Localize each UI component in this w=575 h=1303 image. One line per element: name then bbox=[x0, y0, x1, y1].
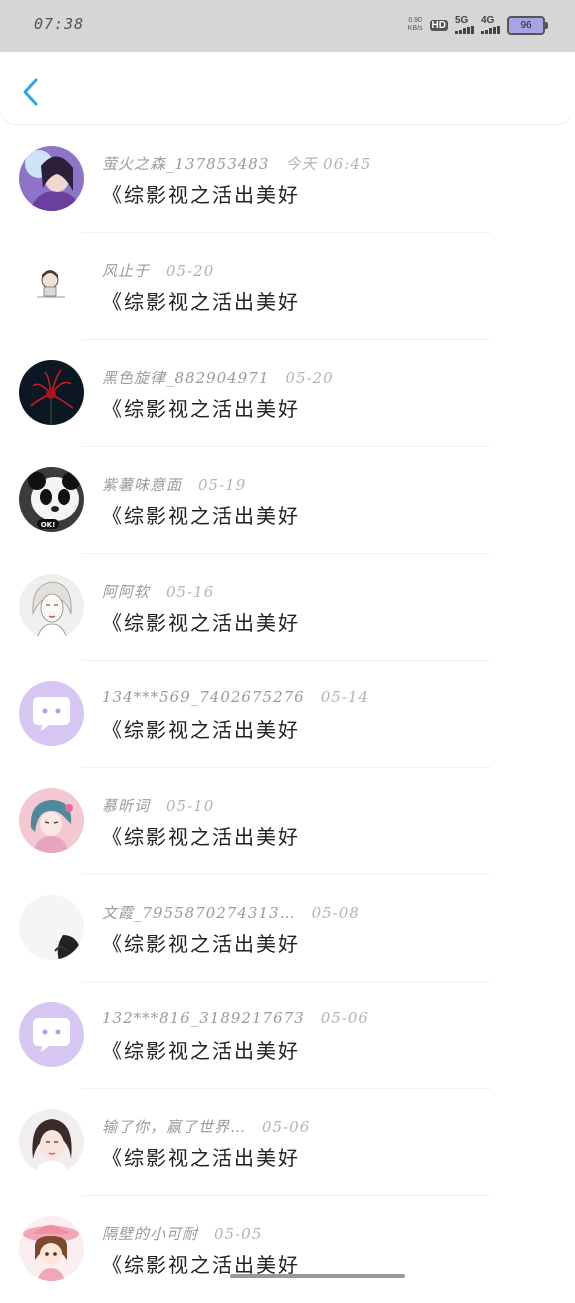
avatar[interactable] bbox=[19, 1002, 84, 1067]
username[interactable]: 黑色旋律_882904971 bbox=[102, 369, 269, 387]
list-item[interactable]: OK! 紫薯味意面 05-19 《综影视之活出美好 bbox=[0, 447, 575, 554]
list-item[interactable]: 黑色旋律_882904971 05-20 《综影视之活出美好 bbox=[0, 340, 575, 447]
avatar[interactable] bbox=[19, 1109, 84, 1174]
default-avatar-icon bbox=[19, 681, 84, 746]
comment-meta: 阿阿软 05-16 bbox=[102, 581, 214, 602]
comment-meta: 黑色旋律_882904971 05-20 bbox=[102, 367, 334, 388]
battery-icon: 96 bbox=[507, 15, 548, 35]
list-item[interactable]: 134***569_7402675276 05-14 《综影视之活出美好 bbox=[0, 661, 575, 768]
avatar[interactable] bbox=[19, 895, 84, 960]
comment-text: 《综影视之活出美好 bbox=[102, 932, 300, 956]
comment-date: 今天 06:45 bbox=[285, 155, 372, 173]
comment-text: 《综影视之活出美好 bbox=[102, 397, 300, 421]
chevron-left-icon bbox=[23, 78, 38, 106]
avatar[interactable]: OK! bbox=[19, 467, 84, 532]
signal-5g-label: 5G bbox=[455, 15, 469, 26]
comment-meta: 紫薯味意面 05-19 bbox=[102, 474, 246, 495]
comment-meta: 萤火之森_137853483 今天 06:45 bbox=[102, 153, 371, 174]
network-speed: 0.90 KB/s bbox=[408, 17, 423, 33]
username[interactable]: 隔壁的小可耐 bbox=[102, 1225, 198, 1243]
username[interactable]: 风止于 bbox=[102, 262, 150, 280]
status-icons: 0.90 KB/s HD 5G 4G 96 bbox=[408, 14, 548, 36]
comment-meta: 134***569_7402675276 05-14 bbox=[102, 688, 369, 706]
comment-meta: 文霞_7955870274313… 05-08 bbox=[102, 902, 360, 923]
comment-meta: 风止于 05-20 bbox=[102, 260, 214, 281]
comment-text: 《综影视之活出美好 bbox=[102, 1146, 300, 1170]
comment-meta: 132***816_3189217673 05-06 bbox=[102, 1009, 369, 1027]
comment-text: 《综影视之活出美好 bbox=[102, 1039, 300, 1063]
signal-4g-label: 4G bbox=[481, 15, 495, 26]
avatar[interactable] bbox=[19, 146, 84, 211]
avatar[interactable] bbox=[19, 253, 84, 318]
list-item[interactable]: 输了你，赢了世界… 05-06 《综影视之活出美好 bbox=[0, 1089, 575, 1196]
comment-date: 05-16 bbox=[166, 583, 215, 601]
list-item[interactable]: 隔壁的小可耐 05-05 《综影视之活出美好 bbox=[0, 1196, 575, 1303]
status-time: 07:38 bbox=[34, 15, 85, 33]
battery-level: 96 bbox=[520, 19, 532, 31]
comment-date: 05-06 bbox=[320, 1009, 369, 1027]
home-indicator[interactable] bbox=[230, 1274, 405, 1278]
username[interactable]: 输了你，赢了世界… bbox=[102, 1118, 246, 1136]
list-item[interactable]: 132***816_3189217673 05-06 《综影视之活出美好 bbox=[0, 982, 575, 1089]
comment-date: 05-08 bbox=[311, 904, 360, 922]
comment-date: 05-20 bbox=[285, 369, 334, 387]
username[interactable]: 134***569_7402675276 bbox=[102, 688, 305, 706]
comment-text: 《综影视之活出美好 bbox=[102, 290, 300, 314]
default-avatar-icon bbox=[19, 1002, 84, 1067]
network-speed-unit: KB/s bbox=[407, 25, 423, 32]
avatar[interactable] bbox=[19, 360, 84, 425]
comment-text: 《综影视之活出美好 bbox=[102, 825, 300, 849]
username[interactable]: 萤火之森_137853483 bbox=[102, 155, 269, 173]
back-button[interactable] bbox=[14, 74, 50, 110]
list-item[interactable]: 萤火之森_137853483 今天 06:45 《综影视之活出美好 bbox=[0, 126, 575, 233]
username[interactable]: 132***816_3189217673 bbox=[102, 1009, 305, 1027]
comment-text: 《综影视之活出美好 bbox=[102, 718, 300, 742]
network-speed-value: 0.90 bbox=[408, 17, 422, 24]
comment-date: 05-05 bbox=[214, 1225, 263, 1243]
username[interactable]: 阿阿软 bbox=[102, 583, 150, 601]
comment-text: 《综影视之活出美好 bbox=[102, 611, 300, 635]
status-bar: 07:38 0.90 KB/s HD 5G 4G 96 bbox=[0, 0, 575, 52]
avatar[interactable] bbox=[19, 788, 84, 853]
comment-date: 05-19 bbox=[198, 476, 247, 494]
comment-date: 05-10 bbox=[166, 797, 215, 815]
list-item[interactable]: 阿阿软 05-16 《综影视之活出美好 bbox=[0, 554, 575, 661]
comment-meta: 输了你，赢了世界… 05-06 bbox=[102, 1116, 310, 1137]
svg-text:OK!: OK! bbox=[41, 521, 56, 529]
username[interactable]: 文霞_7955870274313… bbox=[102, 904, 296, 922]
comment-text: 《综影视之活出美好 bbox=[102, 183, 300, 207]
list-item[interactable]: 风止于 05-20 《综影视之活出美好 bbox=[0, 233, 575, 340]
comment-date: 05-06 bbox=[262, 1118, 311, 1136]
header-bar bbox=[0, 52, 573, 124]
comment-meta: 慕昕词 05-10 bbox=[102, 795, 214, 816]
comment-date: 05-20 bbox=[166, 262, 215, 280]
signal-5g-icon: 5G bbox=[455, 16, 474, 34]
comment-date: 05-14 bbox=[320, 688, 369, 706]
comment-text: 《综影视之活出美好 bbox=[102, 504, 300, 528]
list-item[interactable]: 文霞_7955870274313… 05-08 《综影视之活出美好 bbox=[0, 875, 575, 982]
username[interactable]: 紫薯味意面 bbox=[102, 476, 182, 494]
hd-voice-icon: HD bbox=[429, 19, 448, 31]
avatar[interactable] bbox=[19, 1216, 84, 1281]
signal-4g-icon: 4G bbox=[481, 16, 500, 34]
username[interactable]: 慕昕词 bbox=[102, 797, 150, 815]
avatar[interactable] bbox=[19, 574, 84, 639]
list-item[interactable]: 慕昕词 05-10 《综影视之活出美好 bbox=[0, 768, 575, 875]
avatar[interactable] bbox=[19, 681, 84, 746]
comment-meta: 隔壁的小可耐 05-05 bbox=[102, 1223, 262, 1244]
